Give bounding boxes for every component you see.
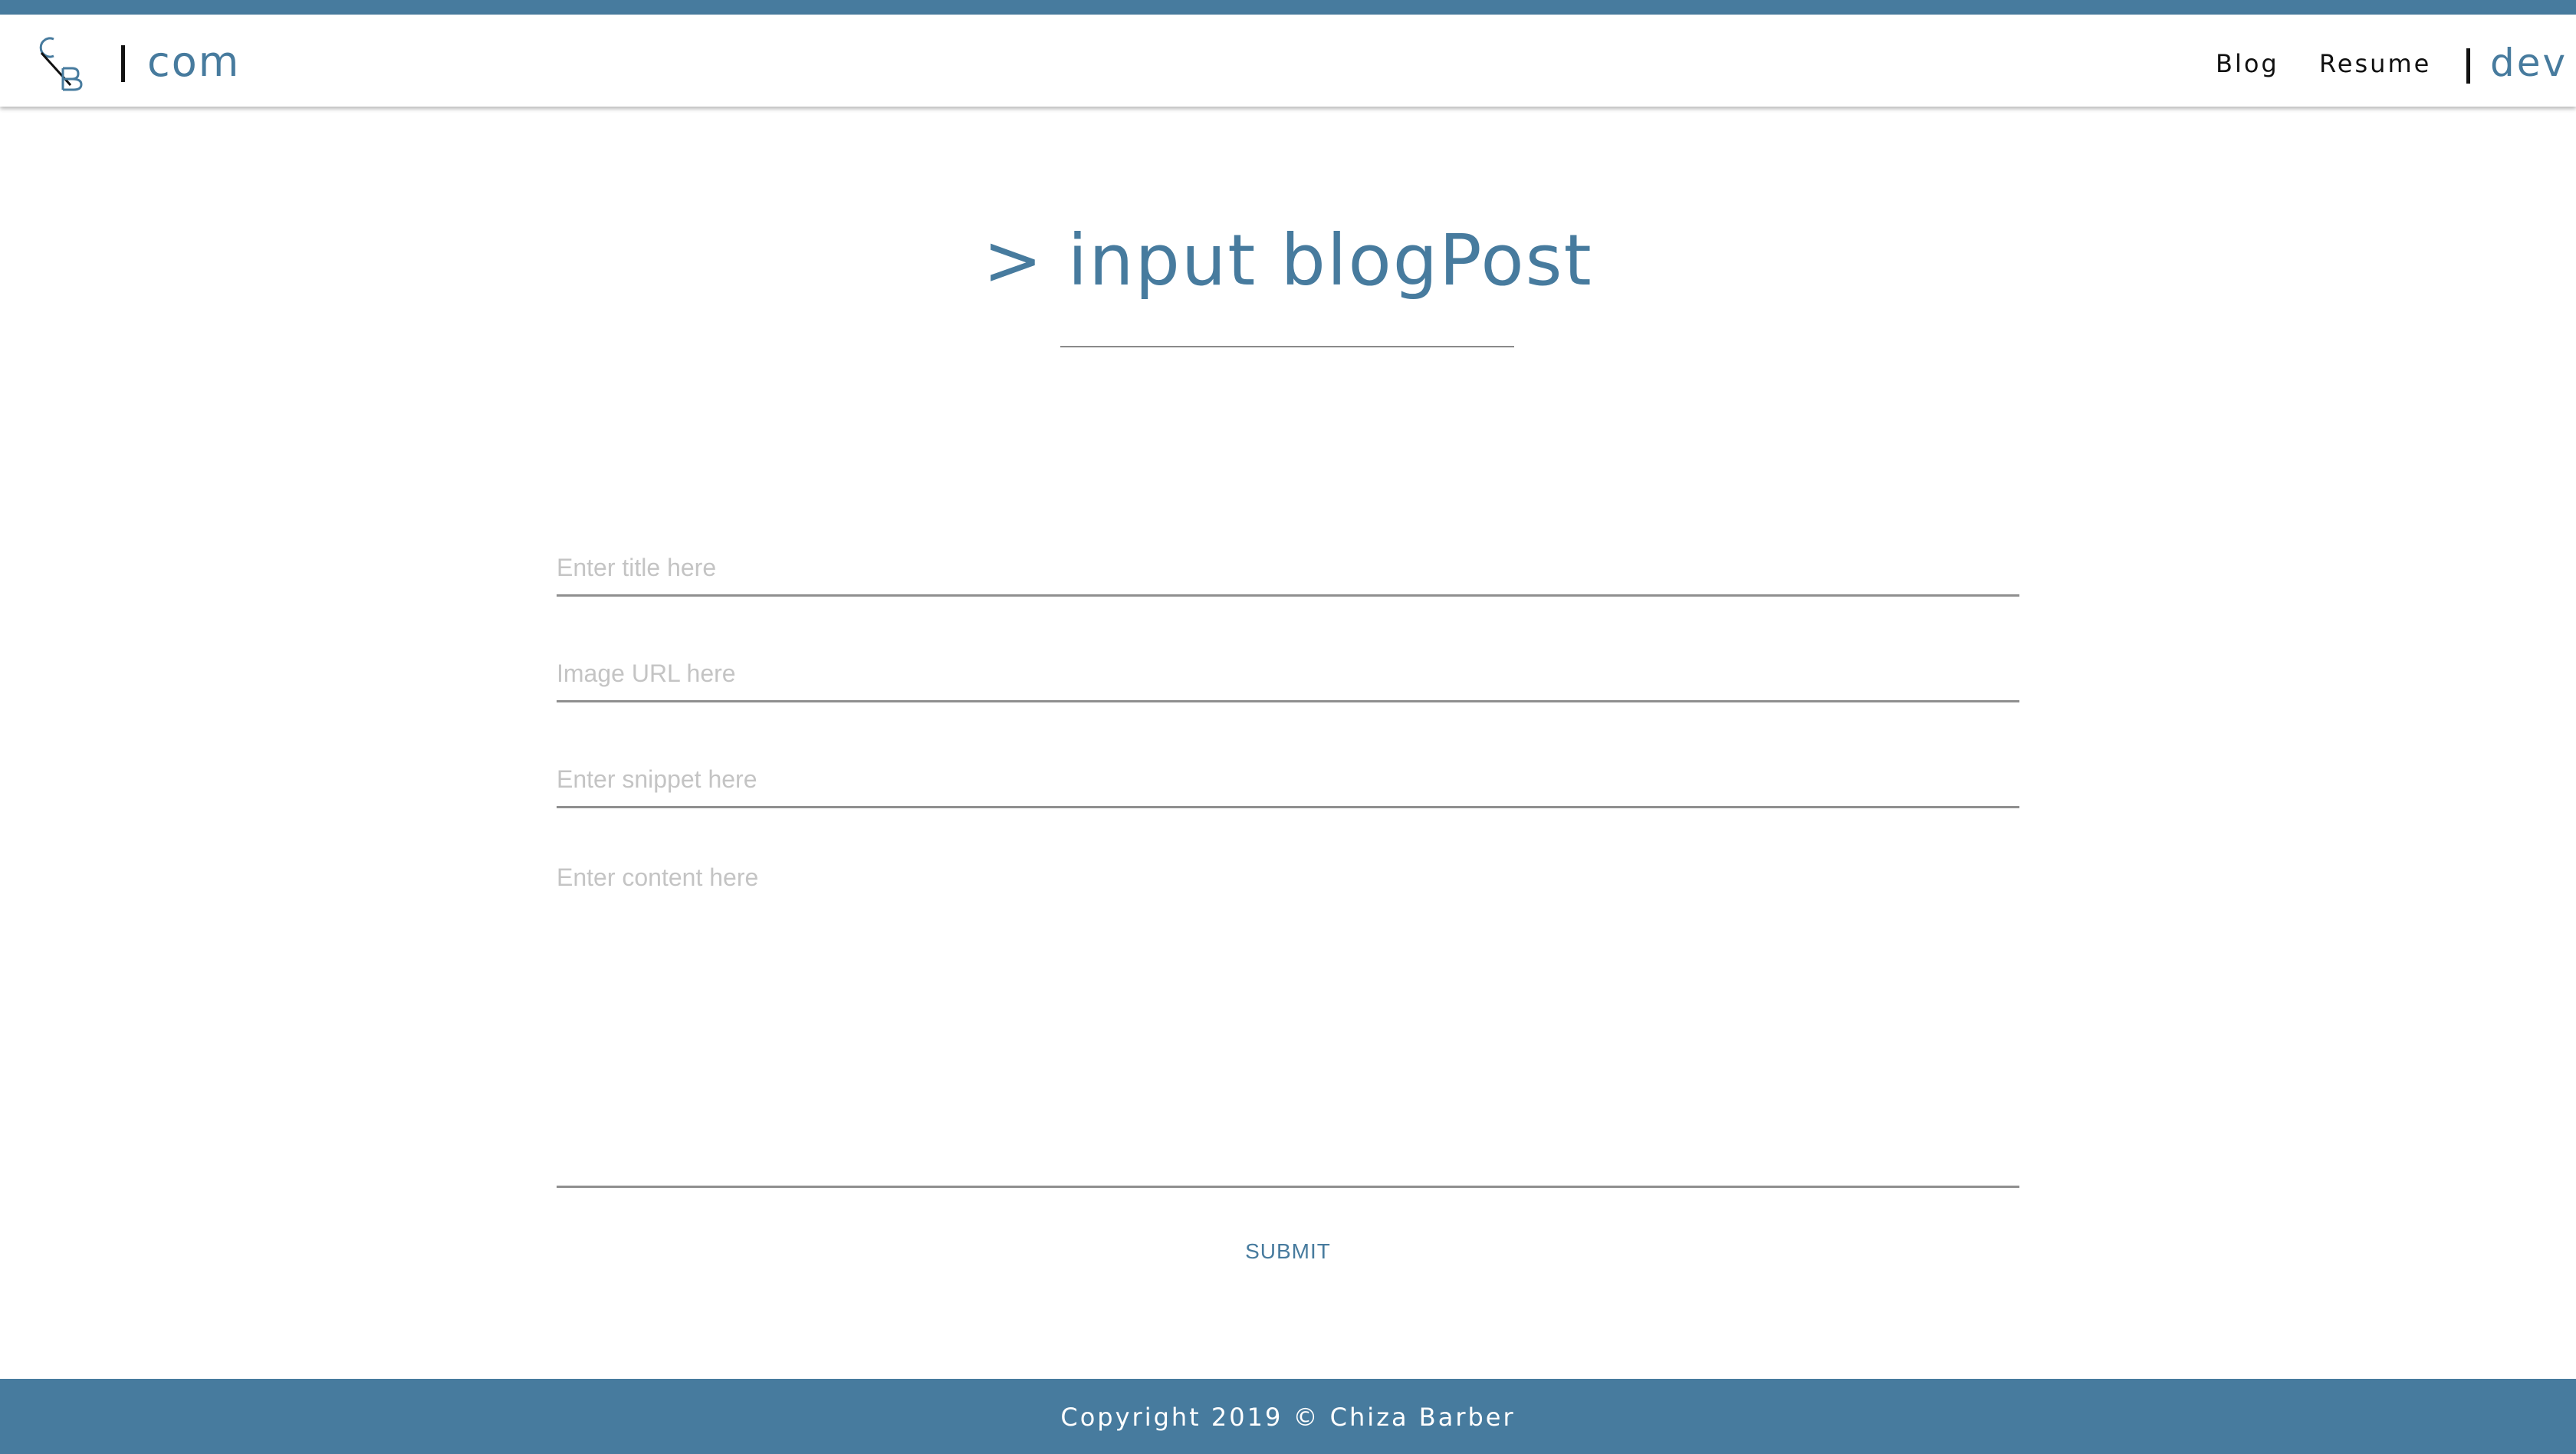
nav-dev-link[interactable]: dev	[2490, 38, 2568, 88]
cb-monogram-icon	[39, 37, 83, 91]
submit-button[interactable]: SUBMIT	[1211, 1230, 1365, 1273]
brand-label[interactable]: com	[147, 35, 240, 90]
top-accent-bar	[0, 0, 2576, 15]
nav-separator	[2466, 48, 2470, 84]
brand-separator	[121, 45, 125, 82]
nav-resume-link[interactable]: Resume	[2319, 48, 2431, 79]
page-title: > input blogPost	[983, 219, 1593, 301]
title-divider	[1060, 346, 1514, 347]
content-textarea[interactable]	[557, 859, 2019, 1188]
copyright-text: Copyright 2019 © Chiza Barber	[1060, 1403, 1516, 1432]
cb-logo-icon[interactable]	[31, 31, 94, 94]
image-url-input[interactable]	[557, 646, 2019, 702]
title-input[interactable]	[557, 541, 2019, 597]
site-header: com Blog Resume dev	[0, 15, 2576, 107]
site-footer: Copyright 2019 © Chiza Barber	[0, 1379, 2576, 1454]
snippet-input[interactable]	[557, 752, 2019, 808]
nav-blog-link[interactable]: Blog	[2216, 48, 2279, 79]
